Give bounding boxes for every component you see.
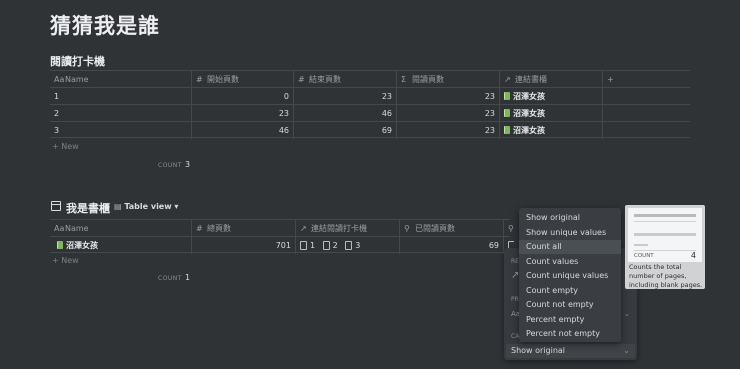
tooltip-description: Counts the total number of pages, includ… [629,263,703,289]
table-row[interactable]: 1 0 23 23 沼澤女孩 [50,87,690,105]
view-switcher[interactable]: ▤ Table view ▾ [114,202,178,211]
new-row-button[interactable]: + New [52,142,79,151]
table2-title[interactable]: 我是書櫃 [66,200,110,216]
rollup-icon: ⚲ [508,224,514,233]
relation-icon: ↗ [300,224,307,233]
col-header-total[interactable]: # 總頁數 [192,220,296,237]
relation-cell[interactable]: 1 2 3 [296,237,400,254]
col-header-link[interactable]: ↗ 連結書櫃 [500,71,603,88]
page-icon [300,241,307,250]
col-header-name[interactable]: AaName [50,220,192,237]
table-view-icon: ▤ [114,202,125,211]
col-header-relation[interactable]: ↗ 連結閱讀打卡機 [296,220,400,237]
menu-item-count-all[interactable]: Count all [519,240,621,254]
database-icon [51,201,61,211]
menu-item-show-unique[interactable]: Show unique values [519,226,621,240]
number-icon: # [196,224,203,233]
relation-icon: ↗ [504,75,511,84]
table1: AaName # 開始頁數 # 結束頁數 Σ 閱讀頁數 ↗ 連結書櫃 + 1 0 23 … [50,70,690,170]
table2-header: AaName # 總頁數 ↗ 連結閱讀打卡機 ⚲ 已閱讀頁數 ⚲ [50,219,514,237]
calculate-select[interactable]: Show original ⌄ [506,344,635,358]
menu-item-count-not-empty[interactable]: Count not empty [519,298,621,312]
table-row[interactable]: 2 23 46 23 沼澤女孩 [50,104,690,122]
menu-item-count-unique[interactable]: Count unique values [519,269,621,283]
book-icon [57,241,63,249]
number-icon: # [298,75,305,84]
menu-item-count-values[interactable]: Count values [519,255,621,269]
book-icon [504,92,510,100]
page-icon [322,241,330,250]
col-header-start[interactable]: # 開始頁數 [192,71,294,88]
book-icon [504,109,510,117]
count-footer[interactable]: COUNT 3 [158,160,191,169]
formula-icon: Σ [401,75,407,84]
menu-item-percent-empty[interactable]: Percent empty [519,313,621,327]
new-row-button[interactable]: + New [52,256,79,265]
calculation-tooltip: COUNT 4 Counts the total number of pages… [625,205,705,289]
menu-item-percent-not-empty[interactable]: Percent not empty [519,327,621,341]
preview-illustration: COUNT 4 [628,208,702,262]
add-column-button[interactable]: + [603,71,690,88]
count-footer[interactable]: COUNT 1 [158,273,191,282]
chevron-down-icon: ⌄ [623,346,630,355]
table-row[interactable]: 沼澤女孩 701 1 2 3 69 [50,236,514,254]
page-title: 猜猜我是誰 [50,14,160,38]
table1-header: AaName # 開始頁數 # 結束頁數 Σ 閱讀頁數 ↗ 連結書櫃 + [50,70,690,88]
calculate-dropdown: Show original Show unique values Count a… [519,208,621,342]
col-header-read[interactable]: ⚲ 已閱讀頁數 [400,220,504,237]
table-row[interactable]: 3 46 69 23 沼澤女孩 [50,121,690,139]
menu-item-count-empty[interactable]: Count empty [519,284,621,298]
book-icon [504,126,510,134]
text-icon: Aa [54,75,65,84]
text-icon: Aa [54,224,65,233]
menu-item-show-original[interactable]: Show original [519,211,621,225]
chevron-down-icon: ⌄ [624,310,630,318]
plus-icon: + [607,75,614,84]
col-header-rollup[interactable]: ⚲ [504,220,514,237]
col-header-read[interactable]: Σ 閱讀頁數 [397,71,500,88]
page-icon [345,241,353,250]
rollup-icon: ⚲ [404,224,410,233]
table1-title[interactable]: 閱讀打卡機 [50,53,105,69]
number-icon: # [196,75,203,84]
chevron-down-icon: ▾ [171,202,179,211]
col-header-name[interactable]: AaName [50,71,192,88]
col-header-end[interactable]: # 結束頁數 [294,71,397,88]
